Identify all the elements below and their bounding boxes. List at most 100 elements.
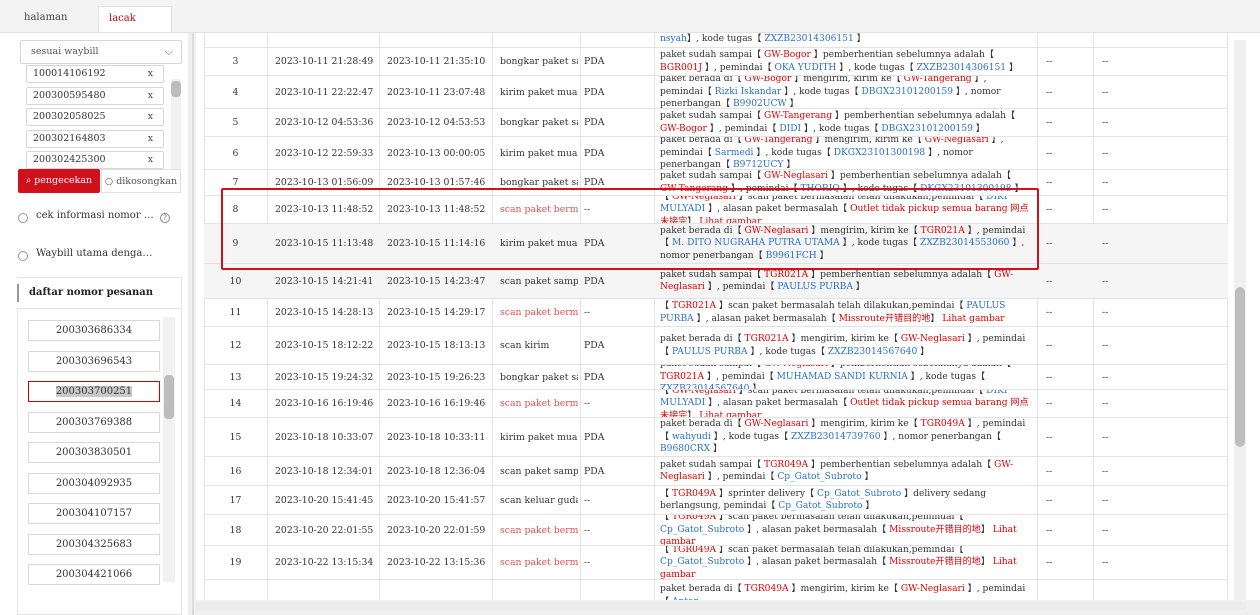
scan-source: PDA [584, 340, 605, 351]
description-fragment: paket sudah sampai【 [660, 269, 765, 280]
description-link[interactable]: B9712UCY [733, 160, 783, 169]
description-fragment: 】pemberhentian sebelumnya adalah【 [810, 50, 994, 60]
description-link[interactable]: ZXZB23014567640 [660, 384, 749, 389]
description-highlight: GW-Neglasari [900, 584, 965, 594]
description-link[interactable]: nsyah [660, 34, 687, 44]
order-list-item[interactable]: 200303769388 [28, 411, 160, 433]
scan-type: kirim paket muatan [500, 431, 578, 443]
description-highlight: TGR049A [744, 584, 789, 594]
description-link[interactable]: DKGX23101300198 [834, 148, 925, 158]
description-link[interactable]: DIDI [779, 124, 801, 134]
description-link[interactable]: PAULUS PURBA [777, 282, 853, 292]
extra-col-a: -- [1046, 147, 1053, 159]
option-radio-main-waybill[interactable] [18, 251, 28, 261]
order-list-item[interactable]: 200304092935 [28, 472, 160, 494]
scrollbar-thumb[interactable] [171, 81, 181, 97]
description-text: paket berada di【 GW-Neglasari 】mengirim,… [660, 418, 1032, 456]
remove-waybill-icon[interactable]: x [148, 131, 153, 147]
order-list-item[interactable]: 200304421066 [28, 564, 160, 585]
waybill-input[interactable]: 200302164803 x [26, 129, 164, 148]
waybill-input[interactable]: 100014106192 x [26, 65, 164, 83]
tracking-description: paket berada di【 TGR049A 】mengirim, kiri… [660, 580, 1032, 600]
scrollbar-thumb[interactable] [164, 375, 174, 419]
description-link[interactable]: OKA YUDITH [774, 63, 836, 73]
clear-button[interactable]: ○ dikosongkan [101, 169, 181, 193]
description-link[interactable]: wahyudi [672, 432, 711, 442]
description-link[interactable]: Cp_Gatot_Subroto [778, 501, 862, 511]
description-highlight: GW-Bogor [764, 50, 811, 60]
order-list-scrollbar[interactable] [163, 317, 175, 582]
description-link[interactable]: ZXZB23014306151 [764, 34, 853, 44]
description-link[interactable]: B9902UCW [733, 99, 787, 108]
upload-time: 2023-10-15 14:29:17 [387, 307, 486, 318]
extra-col-b: -- [1102, 307, 1109, 318]
tracking-description: nsyah】, kode tugas【 ZXZB23014306151 】 [660, 33, 1032, 47]
description-fragment: 】, kode tugas【 [710, 431, 792, 442]
scan-time: 2023-10-18 12:34:01 [275, 465, 374, 477]
description-fragment: 】, alasan paket bermasalah【 [705, 398, 851, 409]
description-link[interactable]: ZXZB23014739760 [791, 432, 880, 442]
description-link[interactable]: Rizki Iskandar [715, 87, 782, 97]
option-radio-check-info[interactable] [18, 213, 28, 223]
order-list-item[interactable]: 200304325683 [28, 533, 160, 555]
row-number: 11 [229, 307, 242, 318]
upload-time: 2023-10-13 00:00:05 [387, 147, 486, 159]
search-button[interactable]: ⌕ pengecekan [18, 169, 100, 193]
description-link[interactable]: Cp_Gatot_Subroto [817, 489, 901, 499]
description-fragment: 】 [930, 313, 943, 324]
view-image-link[interactable]: Lihat gambar [942, 314, 1004, 324]
upload-time: 2023-10-20 22:01:59 [387, 524, 486, 536]
description-link[interactable]: DBGX23101200159 [861, 87, 953, 97]
tab-track-package[interactable]: lacak paket× [98, 6, 172, 48]
scan-source: -- [584, 557, 591, 568]
description-fragment: 】, kode tugas【 [753, 147, 834, 158]
scan-time: 2023-10-20 22:01:55 [275, 524, 374, 536]
description-link[interactable]: ZXZB23014306151 [917, 63, 1006, 73]
description-link[interactable]: Antar [672, 597, 698, 601]
scrollbar-thumb[interactable] [1235, 287, 1245, 447]
remove-waybill-icon[interactable]: x [148, 66, 153, 82]
row-number: 6 [232, 147, 239, 159]
description-link[interactable]: PAULUS PURBA [672, 347, 748, 357]
remove-waybill-icon[interactable]: x [148, 109, 153, 125]
help-icon[interactable]: ? [160, 213, 170, 223]
description-fragment: 】, kode tugas【 [747, 346, 828, 357]
scan-type: scan paket bermasalah [500, 307, 578, 318]
order-list-item[interactable]: 200304107157 [28, 503, 160, 524]
description-link[interactable]: Sarmedi [715, 148, 754, 158]
waybill-input[interactable]: 200302058025 x [26, 108, 164, 126]
description-link[interactable]: DBGX23101200159 [881, 124, 973, 134]
description-text: 【 TGR049A 】scan paket bermasalah telah d… [660, 546, 1032, 579]
waybill-input[interactable]: 200302425300 x [26, 151, 164, 169]
description-fragment: 】, pemindai【 [704, 472, 778, 482]
view-image-link[interactable]: Lihat gambar [699, 411, 761, 417]
order-list-item[interactable]: 200303700251 [28, 381, 160, 402]
remove-waybill-icon[interactable]: x [148, 88, 153, 104]
description-highlight: GW-Neglasari [672, 390, 736, 396]
search-type-select[interactable]: sesuai waybill ⌵ [20, 40, 182, 64]
order-list-item[interactable]: 200303830501 [28, 442, 160, 463]
order-list: 200303686334 200303696543 200303700251 2003… [17, 310, 182, 615]
order-number: 200303700251 [55, 386, 133, 397]
scan-source: PDA [584, 431, 605, 443]
remove-waybill-icon[interactable]: x [148, 152, 153, 168]
description-fragment: 】scan paket bermasalah telah dilakukan,p… [716, 301, 967, 311]
waybill-input[interactable]: 200300595480 x [26, 86, 164, 105]
description-link[interactable]: B9680CRX [660, 444, 710, 454]
description-link[interactable]: MUHAMAD SANDI KURNIA [777, 372, 908, 382]
order-list-item[interactable]: 200303686334 [28, 320, 160, 341]
waybill-value: 200302058025 [33, 111, 106, 122]
description-link[interactable]: Cp_Gatot_Subroto [660, 557, 744, 567]
description-fragment: 】 [980, 524, 993, 535]
scan-type: bongkar paket sampai [500, 117, 578, 128]
tab-home[interactable]: halaman utama [14, 6, 96, 47]
description-link[interactable]: Cp_Gatot_Subroto [777, 472, 861, 482]
order-list-item[interactable]: 200303696543 [28, 350, 160, 372]
table-horizontal-scrollbar[interactable] [196, 602, 1246, 610]
description-link[interactable]: Cp_Gatot_Subroto [660, 525, 744, 535]
table-row: 16 2023-10-18 12:34:01 2023-10-18 12:36:04… [204, 457, 1228, 486]
table-vertical-scrollbar[interactable] [1234, 40, 1246, 600]
description-link[interactable]: ZXZB23014567640 [828, 347, 917, 357]
description-fragment: 】sprinter delivery【 [716, 488, 817, 499]
extra-col-a: -- [1046, 398, 1053, 409]
